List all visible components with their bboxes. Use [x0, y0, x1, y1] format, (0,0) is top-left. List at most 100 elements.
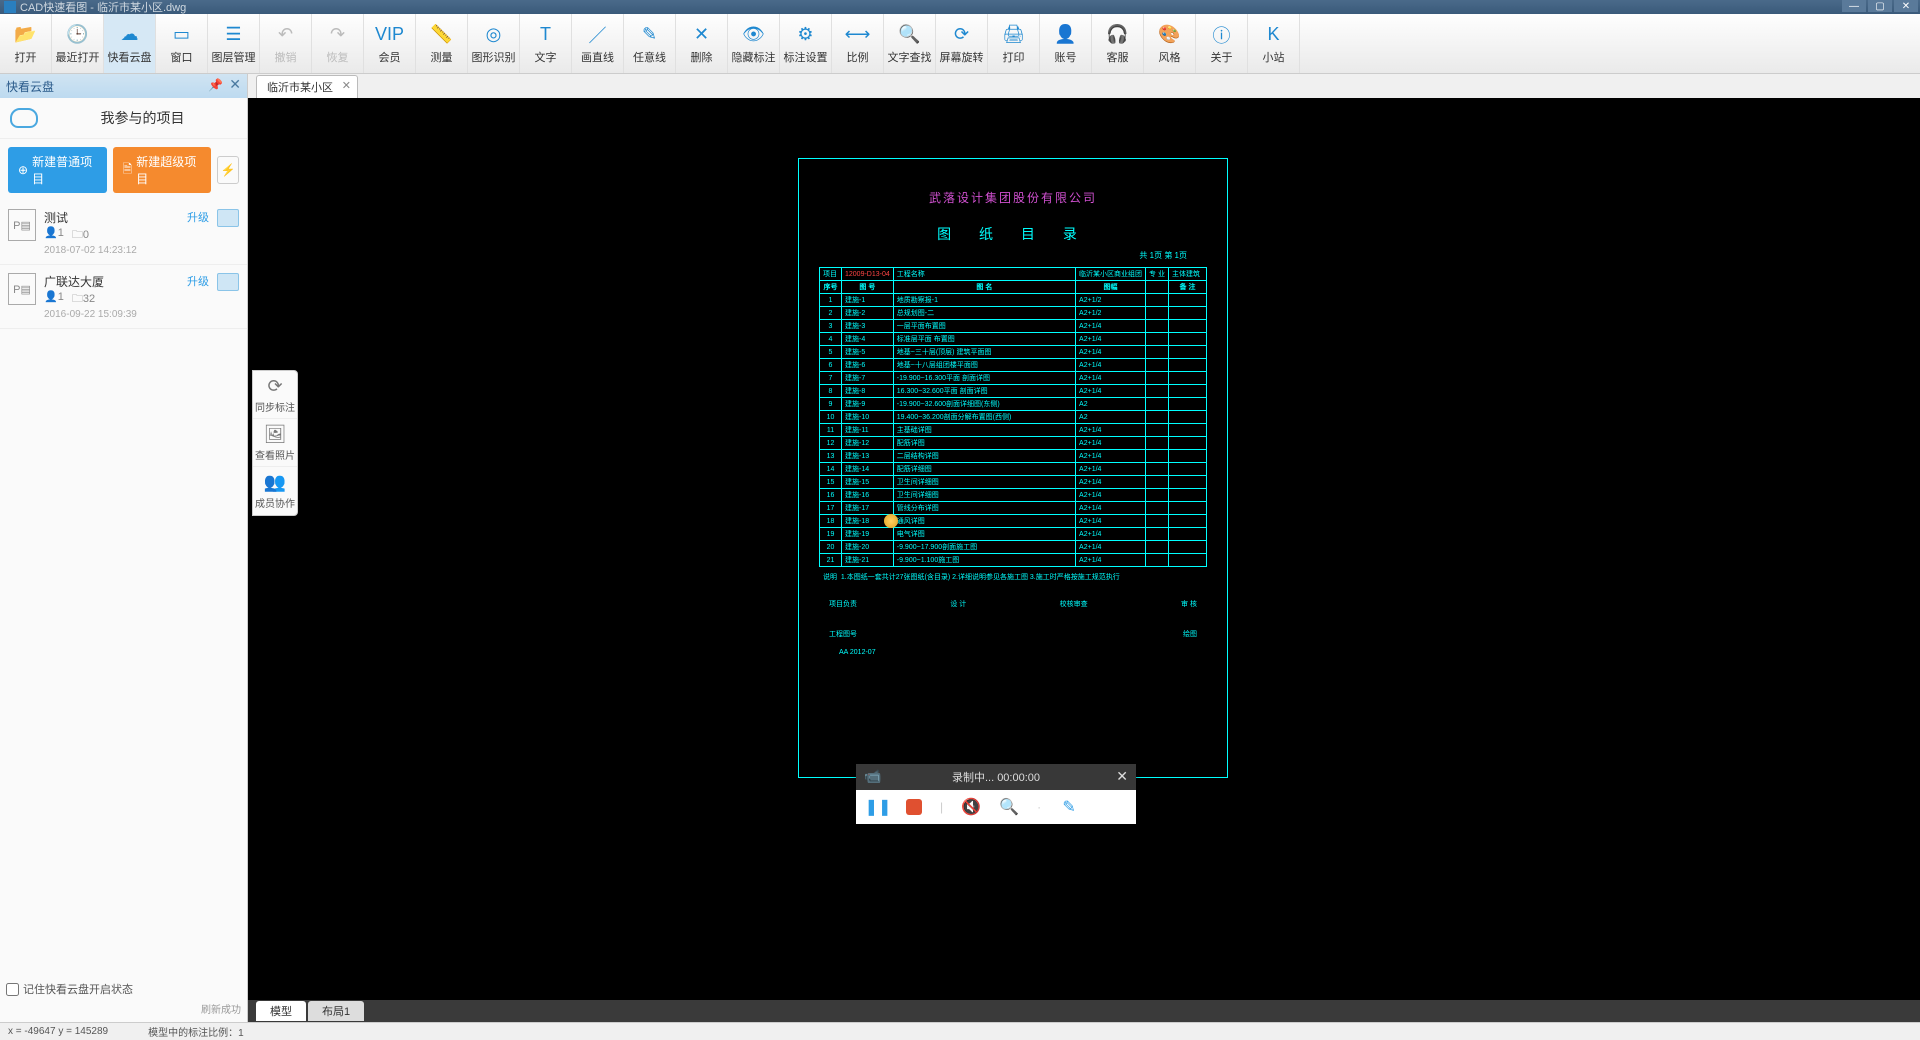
canvas-wrap: 临沂市某小区 ✕ 武落设计集团股份有限公司 图 纸 目 录 共 1页 第 1页 …	[248, 74, 1920, 1022]
tool-about[interactable]: ⓘ关于	[1196, 14, 1248, 73]
delete-icon: ✕	[690, 23, 714, 47]
main-area: 快看云盘 📌 ✕ 我参与的项目 ⊕ 新建普通项目 🗎 新建超级项目 ⚡ P▤ 测…	[0, 74, 1920, 1022]
tool-hidemark[interactable]: 👁隐藏标注	[728, 14, 780, 73]
tool-layer[interactable]: ☰图层管理	[208, 14, 260, 73]
shaperec-icon: ◎	[482, 23, 506, 47]
new-super-project-button[interactable]: 🗎 新建超级项目	[113, 147, 211, 193]
project-item[interactable]: P▤ 广联达大厦 👤1🗀32 2016-09-22 15:09:39 升级	[0, 265, 247, 329]
collab-icon: 👥	[264, 472, 286, 493]
maximize-button[interactable]: ▢	[1868, 0, 1892, 12]
layout-tab-1[interactable]: 布局1	[308, 1001, 364, 1021]
tool-open[interactable]: 📂打开	[0, 14, 52, 73]
drawing-footer-meta: 工程图号 绘图	[829, 629, 1197, 639]
project-icon: P▤	[8, 209, 36, 241]
statusbar: x = -49647 y = 145289 模型中的标注比例：1	[0, 1022, 1920, 1040]
tool-clouddisk[interactable]: ☁快看云盘	[104, 14, 156, 73]
pen-button[interactable]: ✎	[1059, 797, 1079, 817]
zoom-button[interactable]: 🔍	[999, 797, 1019, 817]
project-list: P▤ 测试 👤1🗀0 2018-07-02 14:23:12 升级 P▤ 广联达…	[0, 201, 247, 329]
undo-icon: ↶	[274, 23, 298, 47]
folder-button[interactable]	[217, 273, 239, 291]
tab-close-icon[interactable]: ✕	[342, 79, 351, 92]
style-icon: 🎨	[1158, 23, 1182, 47]
close-button[interactable]: ✕	[1894, 0, 1918, 12]
tool-findtext[interactable]: 🔍文字查找	[884, 14, 936, 73]
clouddisk-icon: ☁	[118, 23, 142, 47]
float-collab[interactable]: 👥成员协作	[253, 467, 297, 515]
service-icon: 🎧	[1106, 23, 1130, 47]
cursor-hint-dot	[884, 514, 898, 528]
remember-checkbox-label[interactable]: 记住快看云盘开启状态	[6, 981, 241, 997]
project-icon: P▤	[8, 273, 36, 305]
window-controls: — ▢ ✕	[1842, 0, 1918, 12]
tool-undo[interactable]: ↶撤销	[260, 14, 312, 73]
app-icon	[4, 1, 16, 13]
tool-account[interactable]: 👤账号	[1040, 14, 1092, 73]
float-tools: ⟳同步标注🖼查看照片👥成员协作	[252, 370, 298, 516]
project-buttons-row: ⊕ 新建普通项目 🗎 新建超级项目 ⚡	[0, 139, 247, 201]
tool-site[interactable]: K小站	[1248, 14, 1300, 73]
tool-shaperec[interactable]: ◎图形识别	[468, 14, 520, 73]
recorder-status: 录制中... 00:00:00	[952, 769, 1040, 785]
refresh-status: 刷新成功	[6, 1001, 241, 1016]
drawing-title: 图 纸 目 录	[799, 224, 1227, 244]
float-photo[interactable]: 🖼查看照片	[253, 419, 297, 467]
tool-print[interactable]: 🖨打印	[988, 14, 1040, 73]
open-icon: 📂	[14, 23, 38, 47]
drawing-code: AA 2012-07	[839, 649, 1227, 656]
tool-text[interactable]: T文字	[520, 14, 572, 73]
sidebar-header: 快看云盘 📌 ✕	[0, 74, 247, 98]
tool-freeline[interactable]: ✎任意线	[624, 14, 676, 73]
tool-recent[interactable]: 🕒最近打开	[52, 14, 104, 73]
upgrade-link[interactable]: 升级	[187, 273, 209, 289]
redo-icon: ↷	[326, 23, 350, 47]
tool-scale[interactable]: ⟷比例	[832, 14, 884, 73]
remember-checkbox[interactable]	[6, 983, 19, 996]
my-projects-label: 我参与的项目	[48, 108, 237, 128]
findtext-icon: 🔍	[898, 23, 922, 47]
tool-service[interactable]: 🎧客服	[1092, 14, 1144, 73]
about-icon: ⓘ	[1210, 23, 1234, 47]
print-icon: 🖨	[1002, 23, 1026, 47]
tool-delete[interactable]: ✕删除	[676, 14, 728, 73]
pause-button[interactable]: ❚❚	[868, 797, 888, 817]
photo-icon: 🖼	[264, 424, 287, 445]
mute-button[interactable]: 🔇	[961, 797, 981, 817]
folder-button[interactable]	[217, 209, 239, 227]
doc-icon: 🗎	[123, 160, 133, 181]
tool-marksetting[interactable]: ⚙标注设置	[780, 14, 832, 73]
screen-recorder[interactable]: 📹 录制中... 00:00:00 ✕ ❚❚ | 🔇 🔍 · ✎	[856, 764, 1136, 824]
float-sync[interactable]: ⟳同步标注	[253, 371, 297, 419]
layout-tab-0[interactable]: 模型	[256, 1001, 306, 1021]
drawing-table: 项目12009-D13-04工程名称临沂某小区商业组团专 业主体建筑序号图 号图…	[819, 267, 1207, 567]
doc-tab[interactable]: 临沂市某小区 ✕	[256, 75, 358, 98]
tool-style[interactable]: 🎨风格	[1144, 14, 1196, 73]
canvas[interactable]: 武落设计集团股份有限公司 图 纸 目 录 共 1页 第 1页 项目12009-D…	[248, 98, 1920, 1000]
tool-vip[interactable]: VIP会员	[364, 14, 416, 73]
new-normal-project-button[interactable]: ⊕ 新建普通项目	[8, 147, 107, 193]
signature-row: 项目负责 设 计 校核审查 审 核	[829, 599, 1197, 609]
layer-icon: ☰	[222, 23, 246, 47]
sync-icon: ⟳	[267, 376, 282, 397]
minimize-button[interactable]: —	[1842, 0, 1866, 12]
recorder-header[interactable]: 📹 录制中... 00:00:00 ✕	[856, 764, 1136, 790]
stop-button[interactable]	[906, 799, 922, 815]
vip-icon: VIP	[378, 23, 402, 47]
tool-window[interactable]: ▭窗口	[156, 14, 208, 73]
sidebar: 快看云盘 📌 ✕ 我参与的项目 ⊕ 新建普通项目 🗎 新建超级项目 ⚡ P▤ 测…	[0, 74, 248, 1022]
scale-info: 模型中的标注比例：1	[148, 1024, 244, 1039]
plus-icon: ⊕	[18, 163, 28, 177]
recorder-close-icon[interactable]: ✕	[1116, 768, 1128, 785]
pin-icon[interactable]: 📌	[208, 78, 223, 92]
project-item[interactable]: P▤ 测试 👤1🗀0 2018-07-02 14:23:12 升级	[0, 201, 247, 265]
sidebar-close-icon[interactable]: ✕	[229, 76, 241, 93]
cloud-icon	[10, 108, 38, 128]
recorder-controls: ❚❚ | 🔇 🔍 · ✎	[856, 790, 1136, 824]
tool-measure[interactable]: 📏测量	[416, 14, 468, 73]
text-icon: T	[534, 23, 558, 47]
tool-line[interactable]: ／画直线	[572, 14, 624, 73]
tool-rotate[interactable]: ⟳屏幕旋转	[936, 14, 988, 73]
upgrade-link[interactable]: 升级	[187, 209, 209, 225]
refresh-button[interactable]: ⚡	[217, 156, 239, 184]
tool-redo[interactable]: ↷恢复	[312, 14, 364, 73]
